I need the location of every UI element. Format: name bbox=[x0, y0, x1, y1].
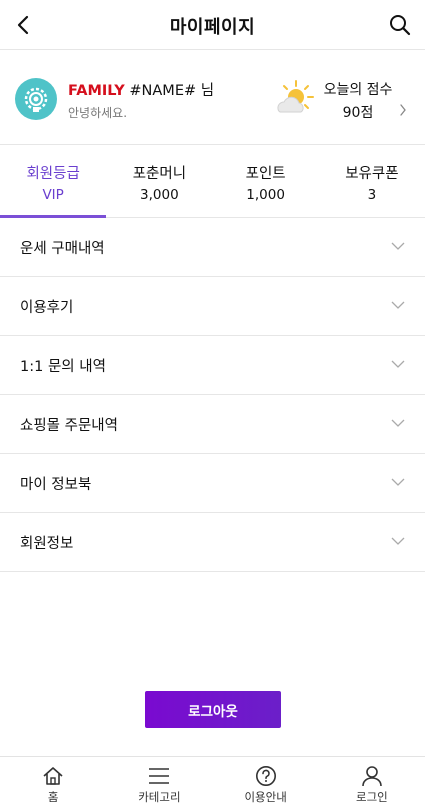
name-suffix: 님 bbox=[200, 83, 215, 99]
nav-label: 로그인 bbox=[356, 790, 388, 804]
score-value: 90점 bbox=[342, 105, 374, 121]
chevron-down-icon bbox=[391, 419, 405, 427]
chevron-down-icon bbox=[391, 360, 405, 368]
user-icon bbox=[361, 765, 383, 787]
menu-item-reviews[interactable]: 이용후기 bbox=[0, 277, 425, 336]
nav-home[interactable]: 홈 bbox=[0, 757, 106, 808]
menu-item-fortune-purchases[interactable]: 운세 구매내역 bbox=[0, 218, 425, 277]
search-button[interactable] bbox=[387, 12, 413, 38]
stats-tabs: 회원등급 VIP 포춘머니 3,000 포인트 1,000 보유쿠폰 3 bbox=[0, 145, 425, 218]
nav-login[interactable]: 로그인 bbox=[319, 757, 425, 808]
menu-item-label: 회원정보 bbox=[20, 536, 74, 552]
nav-category[interactable]: 카테고리 bbox=[106, 757, 212, 808]
page-title: 마이페이지 bbox=[169, 17, 256, 38]
tab-label: 보유쿠폰 bbox=[345, 166, 399, 182]
chevron-down-icon bbox=[391, 242, 405, 250]
menu-item-label: 1:1 문의 내역 bbox=[20, 359, 106, 375]
gear-avatar-icon bbox=[24, 87, 48, 112]
tab-fortune-money[interactable]: 포춘머니 3,000 bbox=[106, 145, 212, 217]
member-grade: FAMILY bbox=[68, 83, 125, 99]
avatar bbox=[15, 78, 57, 120]
menu-item-member-info[interactable]: 회원정보 bbox=[0, 513, 425, 572]
mypage-menu: 운세 구매내역 이용후기 1:1 문의 내역 쇼핑몰 주문내역 마이 정보북 회… bbox=[0, 218, 425, 572]
menu-item-label: 쇼핑몰 주문내역 bbox=[20, 418, 118, 434]
nav-guide[interactable]: 이용안내 bbox=[213, 757, 319, 808]
profile-section: FAMILY #NAME# 님 안녕하세요. 오늘의 점수 90점 bbox=[0, 51, 425, 145]
member-name: #NAME# bbox=[129, 83, 197, 99]
nav-label: 이용안내 bbox=[244, 790, 287, 804]
score-label: 오늘의 점수 bbox=[323, 82, 393, 98]
chevron-down-icon bbox=[391, 301, 405, 309]
search-icon bbox=[390, 15, 411, 36]
nav-label: 카테고리 bbox=[138, 790, 181, 804]
menu-item-inquiries[interactable]: 1:1 문의 내역 bbox=[0, 336, 425, 395]
nav-label: 홈 bbox=[47, 790, 59, 804]
menu-item-label: 이용후기 bbox=[20, 300, 74, 316]
chevron-down-icon bbox=[391, 537, 405, 545]
greeting-block: FAMILY #NAME# 님 안녕하세요. bbox=[68, 79, 214, 121]
logout-button[interactable]: 로그아웃 bbox=[145, 691, 281, 728]
tab-member-grade[interactable]: 회원등급 VIP bbox=[0, 145, 107, 218]
chevron-down-icon bbox=[391, 478, 405, 486]
tab-value: VIP bbox=[42, 187, 64, 203]
menu-item-label: 운세 구매내역 bbox=[20, 241, 105, 257]
chevron-right-icon[interactable] bbox=[399, 103, 407, 117]
tab-value: 3,000 bbox=[140, 187, 179, 203]
tab-label: 포인트 bbox=[245, 166, 286, 182]
top-header: 마이페이지 bbox=[0, 0, 425, 50]
greeting-text: 안녕하세요. bbox=[68, 106, 128, 120]
tab-coupons[interactable]: 보유쿠폰 3 bbox=[319, 145, 425, 217]
help-icon bbox=[255, 765, 277, 787]
tab-value: 3 bbox=[367, 187, 377, 203]
menu-icon bbox=[148, 765, 170, 787]
tab-label: 회원등급 bbox=[26, 166, 80, 182]
today-score[interactable]: 오늘의 점수 90점 bbox=[318, 79, 398, 122]
tab-label: 포춘머니 bbox=[132, 166, 187, 182]
menu-item-label: 마이 정보북 bbox=[20, 477, 92, 493]
bottom-nav: 홈 카테고리 이용안내 로그인 bbox=[0, 756, 425, 808]
sun-cloud-icon bbox=[274, 79, 316, 117]
home-icon bbox=[42, 765, 64, 787]
menu-item-my-infobook[interactable]: 마이 정보북 bbox=[0, 454, 425, 513]
tab-value: 1,000 bbox=[246, 187, 285, 203]
menu-item-shop-orders[interactable]: 쇼핑몰 주문내역 bbox=[0, 395, 425, 454]
tab-points[interactable]: 포인트 1,000 bbox=[213, 145, 319, 217]
